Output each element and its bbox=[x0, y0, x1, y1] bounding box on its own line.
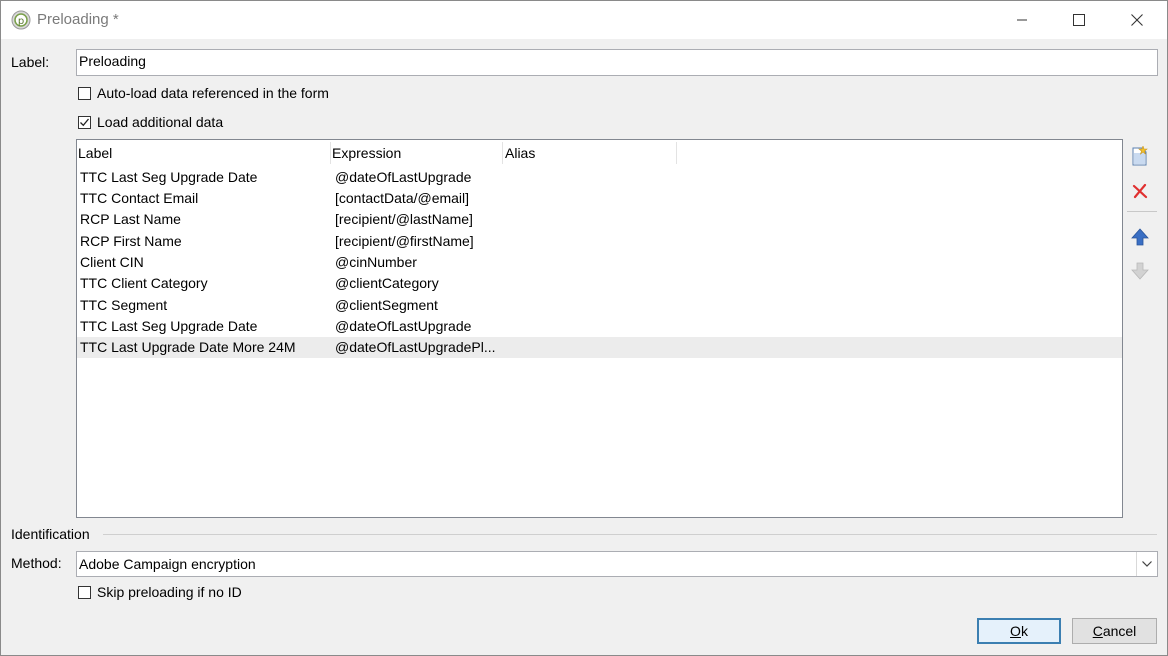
grid-header: Label Expression Alias bbox=[77, 140, 1122, 166]
autoload-label[interactable]: Auto-load data referenced in the form bbox=[97, 85, 329, 101]
table-row[interactable]: RCP Last Name [recipient/@lastName] bbox=[77, 209, 1122, 230]
delete-icon bbox=[1132, 183, 1148, 199]
window-title: Preloading * bbox=[37, 11, 119, 28]
close-icon bbox=[1131, 14, 1143, 26]
cancel-button[interactable]: Cancel bbox=[1072, 618, 1157, 644]
cell-expression: @clientCategory bbox=[335, 275, 439, 291]
table-row[interactable]: TTC Client Category @clientCategory bbox=[77, 273, 1122, 294]
svg-text:p: p bbox=[18, 16, 24, 27]
table-row[interactable]: TTC Last Seg Upgrade Date @dateOfLastUpg… bbox=[77, 167, 1122, 188]
cell-label: TTC Last Seg Upgrade Date bbox=[80, 318, 258, 334]
cell-expression: [recipient/@firstName] bbox=[335, 233, 474, 249]
autoload-checkbox[interactable] bbox=[78, 87, 91, 100]
load-additional-label[interactable]: Load additional data bbox=[97, 114, 223, 130]
table-row[interactable]: TTC Last Seg Upgrade Date @dateOfLastUpg… bbox=[77, 316, 1122, 337]
cell-label: TTC Segment bbox=[80, 297, 168, 313]
app-icon: p bbox=[11, 10, 31, 30]
cancel-button-mnemonic: C bbox=[1092, 623, 1103, 639]
load-additional-checkbox[interactable] bbox=[78, 116, 91, 129]
column-header-alias[interactable]: Alias bbox=[505, 145, 535, 161]
toolbar-separator bbox=[1127, 211, 1157, 212]
ok-button-label: k bbox=[1020, 623, 1028, 639]
additional-data-grid[interactable]: Label Expression Alias TTC Last Seg Upgr… bbox=[76, 139, 1123, 518]
title-bar[interactable]: p Preloading * bbox=[1, 1, 1167, 39]
column-separator[interactable] bbox=[676, 142, 677, 164]
cell-label: TTC Contact Email bbox=[80, 190, 199, 206]
cell-expression: @dateOfLastUpgrade bbox=[335, 169, 472, 185]
delete-row-button[interactable] bbox=[1129, 180, 1151, 202]
cell-label: Client CIN bbox=[80, 254, 144, 270]
label-caption: Label: bbox=[11, 54, 50, 70]
chevron-down-icon bbox=[1142, 561, 1152, 567]
checkmark-icon bbox=[80, 118, 90, 127]
skip-preloading-label[interactable]: Skip preloading if no ID bbox=[97, 584, 242, 600]
move-down-icon bbox=[1131, 262, 1149, 280]
table-row[interactable]: RCP First Name [recipient/@firstName] bbox=[77, 231, 1122, 252]
label-input[interactable]: Preloading bbox=[76, 49, 1158, 76]
cell-expression: [recipient/@lastName] bbox=[335, 211, 473, 227]
dropdown-button[interactable] bbox=[1136, 552, 1157, 576]
minimize-icon bbox=[1017, 19, 1027, 21]
cell-label: RCP First Name bbox=[80, 233, 182, 249]
method-select[interactable]: Adobe Campaign encryption bbox=[76, 551, 1158, 577]
ok-button[interactable]: Ok bbox=[977, 618, 1061, 644]
cell-expression: @clientSegment bbox=[335, 297, 438, 313]
add-row-button[interactable] bbox=[1129, 145, 1151, 167]
cell-label: TTC Last Upgrade Date More 24M bbox=[80, 339, 296, 355]
table-row-selected[interactable]: TTC Last Upgrade Date More 24M @dateOfLa… bbox=[77, 337, 1122, 358]
ok-button-mnemonic: O bbox=[1010, 623, 1021, 639]
column-header-expression[interactable]: Expression bbox=[332, 145, 401, 161]
move-up-button[interactable] bbox=[1129, 226, 1151, 248]
preloading-dialog: p Preloading * Label: Preloading Auto-lo… bbox=[0, 0, 1168, 656]
table-row[interactable]: TTC Segment @clientSegment bbox=[77, 295, 1122, 316]
table-row[interactable]: TTC Contact Email [contactData/@email] bbox=[77, 188, 1122, 209]
table-row[interactable]: Client CIN @cinNumber bbox=[77, 252, 1122, 273]
method-select-value: Adobe Campaign encryption bbox=[79, 556, 256, 572]
column-separator[interactable] bbox=[330, 142, 331, 164]
cell-label: TTC Client Category bbox=[80, 275, 208, 291]
column-header-label[interactable]: Label bbox=[78, 145, 112, 161]
skip-preloading-checkbox[interactable] bbox=[78, 586, 91, 599]
cancel-button-label: ancel bbox=[1102, 623, 1137, 639]
group-divider bbox=[103, 534, 1157, 535]
cell-label: RCP Last Name bbox=[80, 211, 181, 227]
identification-group-label: Identification bbox=[11, 526, 90, 542]
cell-expression: @dateOfLastUpgrade bbox=[335, 318, 472, 334]
method-caption: Method: bbox=[11, 555, 62, 571]
add-document-icon bbox=[1132, 146, 1148, 166]
move-down-button[interactable] bbox=[1129, 260, 1151, 282]
close-button[interactable] bbox=[1108, 1, 1166, 39]
maximize-button[interactable] bbox=[1050, 1, 1108, 39]
minimize-button[interactable] bbox=[993, 1, 1051, 39]
column-separator[interactable] bbox=[502, 142, 503, 164]
move-up-icon bbox=[1131, 228, 1149, 246]
maximize-icon bbox=[1073, 14, 1085, 26]
cell-expression: @dateOfLastUpgradePl... bbox=[335, 339, 496, 355]
cell-label: TTC Last Seg Upgrade Date bbox=[80, 169, 258, 185]
cell-expression: [contactData/@email] bbox=[335, 190, 470, 206]
cell-expression: @cinNumber bbox=[335, 254, 417, 270]
